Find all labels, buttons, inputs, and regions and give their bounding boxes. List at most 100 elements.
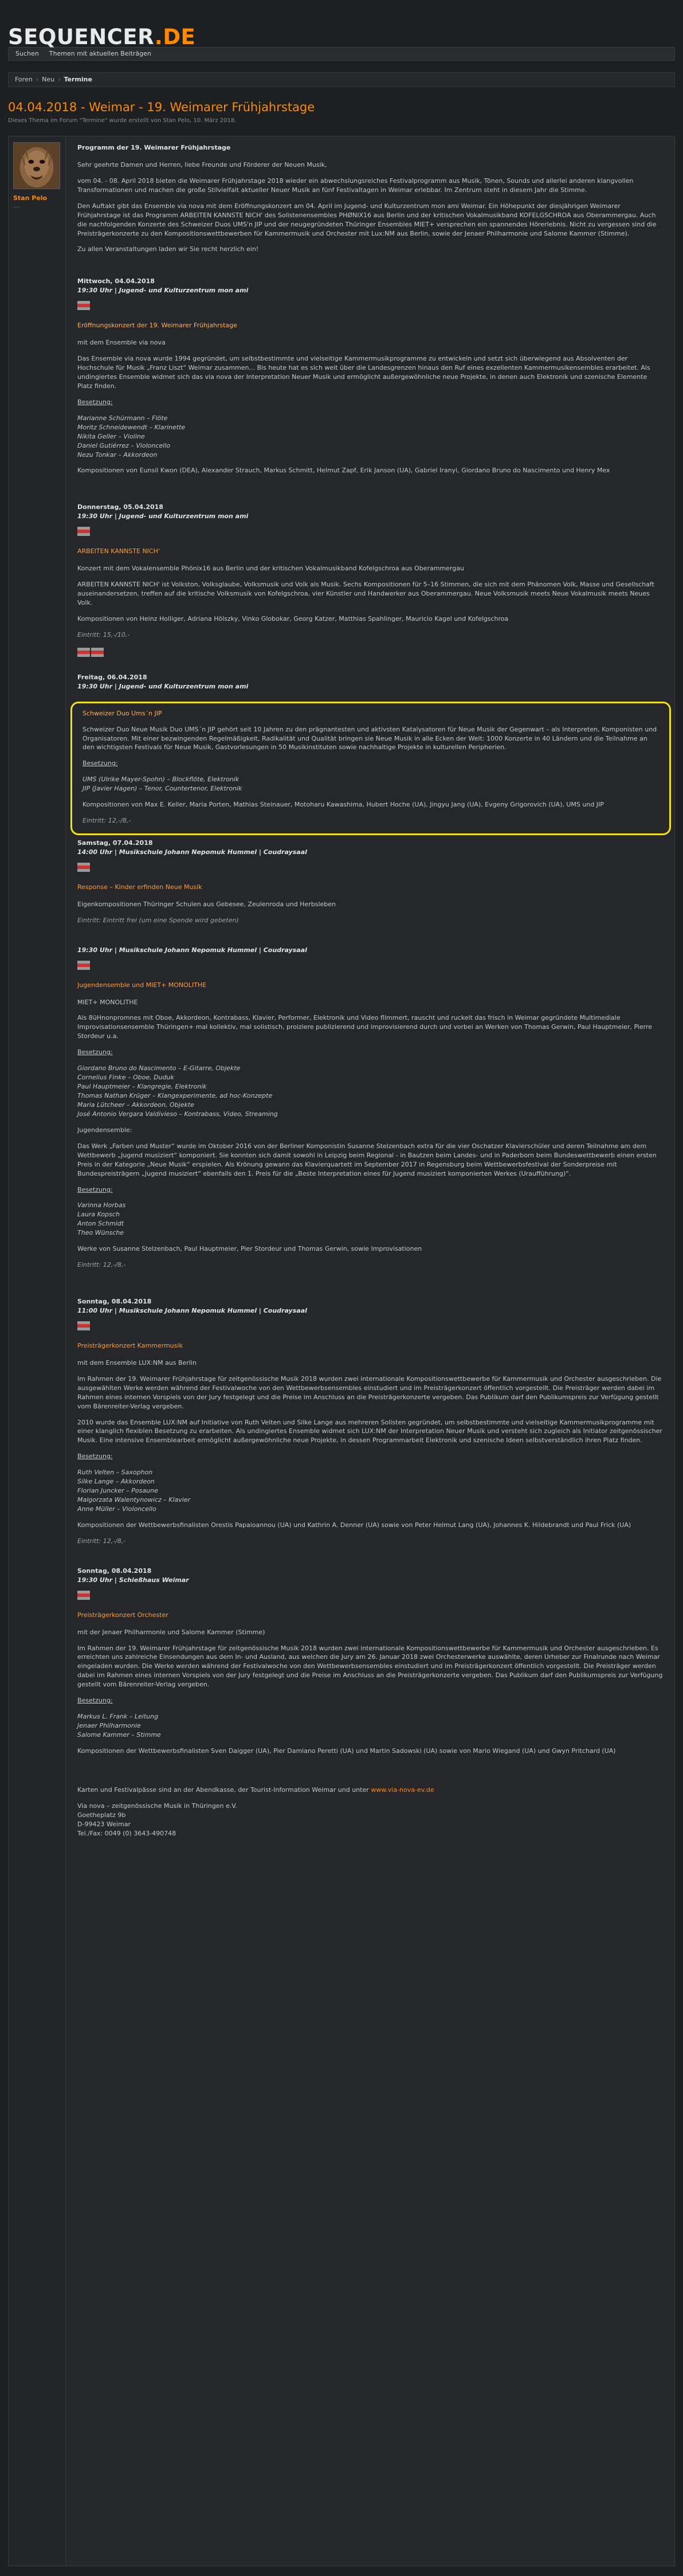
cast-item: Marianne Schürmann – Flöte xyxy=(77,414,168,422)
event-day-heading: Sonntag, 08.04.2018 xyxy=(77,1298,152,1306)
flag-icon xyxy=(77,960,90,970)
cast-item: Nezu Tonkar – Akkordeon xyxy=(77,451,158,459)
event-works: Kompositionen der Wettbewerbsfinalisten … xyxy=(77,1521,631,1529)
event-day-heading: Samstag, 07.04.2018 xyxy=(77,839,153,847)
event-description: ARBEITEN KANNSTE NICH' ist Volkston, Vol… xyxy=(77,581,654,606)
organizer-name: Via nova – zeitgenössische Musik in Thür… xyxy=(77,1802,237,1810)
event-description: Im Rahmen der 19. Weimarer Frühjahrstage… xyxy=(77,1644,663,1689)
event-time-venue: 19:30 Uhr | Schießhaus Weimar xyxy=(77,1576,189,1584)
post-author-name[interactable]: Stan Pelo xyxy=(13,194,61,203)
cast-label: Besetzung: xyxy=(77,1453,113,1461)
event-title: ARBEITEN KANNSTE NICH' xyxy=(77,547,160,555)
event-description: Schweizer Duo Neue Musik Duo UMS´n JIP g… xyxy=(83,725,657,751)
event-description: Eigenkompositionen Thüringer Schulen aus… xyxy=(77,900,336,908)
cast-item: UMS (Ulrike Mayer-Spohn) – Blockflöte, E… xyxy=(83,776,240,784)
cast-item: Florian Juncker – Posaune xyxy=(77,1487,158,1495)
flag-icon xyxy=(77,862,90,872)
post-author-panel: Stan Pelo .... xyxy=(9,136,66,2566)
cast-item: Silke Lange – Akkordeon xyxy=(77,1478,155,1486)
cast-label: Besetzung: xyxy=(77,398,113,406)
tickets-link[interactable]: www.via-nova-ev.de xyxy=(371,1786,434,1794)
event-with: mit dem Ensemble LUX:NM aus Berlin xyxy=(77,1359,197,1367)
event-flag-icon xyxy=(77,955,664,981)
event-description: 2010 wurde das Ensemble LUX:NM auf Initi… xyxy=(77,1418,662,1444)
event-with: mit dem Ensemble via nova xyxy=(77,339,166,347)
cast-item: Theo Wünsche xyxy=(77,1229,124,1237)
cast-item: José Antonio Vergara Valdivieso – Kontra… xyxy=(77,1110,278,1118)
event-works: Werke von Susanne Stelzenbach, Paul Haup… xyxy=(77,1245,422,1253)
cast-item: Anton Schmidt xyxy=(77,1220,124,1228)
organizer-city: D-99423 Weimar xyxy=(77,1820,131,1828)
avatar[interactable] xyxy=(13,142,60,189)
site-logo[interactable]: SEQUENCER.DE xyxy=(8,22,195,53)
event-title: Schweizer Duo Ums´n JIP xyxy=(83,709,162,717)
event-flag-icon xyxy=(77,295,664,321)
cast-list: Markus L. Frank – Leitung Jenaer Philhar… xyxy=(77,1712,664,1740)
cast-item: Maria Lütcheer – Akkordeon, Objekte xyxy=(77,1101,194,1109)
cast-list: Ruth Velten – Saxophon Silke Lange – Akk… xyxy=(77,1468,664,1514)
event-flag-icon xyxy=(77,521,664,547)
cast-item: JIP (Javier Hagen) – Tenor, Countertenor… xyxy=(83,785,242,793)
page-title: 04.04.2018 - Weimar - 19. Weimarer Frühj… xyxy=(8,100,315,114)
cast-item: Malgorzata Walentynowicz – Klavier xyxy=(77,1496,191,1504)
event-works: Kompositionen von Eunsil Kwon (DEA), Ale… xyxy=(77,467,610,475)
cast-label: Besetzung: xyxy=(83,760,118,768)
organizer-address: Via nova – zeitgenössische Musik in Thür… xyxy=(77,1802,664,1838)
event-day-heading: Mittwoch, 04.04.2018 xyxy=(77,277,155,285)
breadcrumb-item-forums[interactable]: Foren xyxy=(13,75,34,84)
breadcrumb: Foren › Neu › Termine xyxy=(8,72,675,87)
junior-ensemble-description: Das Werk „Farben und Muster“ wurde im Ok… xyxy=(77,1142,657,1177)
event-title: Response – Kinder erfinden Neue Musik xyxy=(77,883,202,891)
event-description: Das Ensemble via nova wurde 1994 gegründ… xyxy=(77,355,650,390)
cast-item: Anne Müller – Violoncello xyxy=(77,1505,156,1513)
breadcrumb-item-termine[interactable]: Termine xyxy=(62,75,93,84)
organizer-phone: Tel./Fax: 0049 (0) 3643-490748 xyxy=(77,1829,176,1837)
cast-item: Cornelius Finke – Oboe, Duduk xyxy=(77,1074,174,1082)
post-author-title: .... xyxy=(13,203,20,209)
cast-item: Thomas Nathan Krüger – Klangexperimente,… xyxy=(77,1092,273,1099)
organizer-street: Goetheplatz 9b xyxy=(77,1811,126,1819)
event-flags xyxy=(77,647,664,657)
event-time-venue: 11:00 Uhr | Musikschule Johann Nepomuk H… xyxy=(77,1307,307,1314)
flag-icon xyxy=(91,647,104,657)
event-title: Jugendensemble und MIET+ MONOLITHE xyxy=(77,981,207,989)
ticket-price: Eintritt: 15,-/10,- xyxy=(77,631,130,639)
event-flag-icon xyxy=(77,857,664,883)
cast-item: Ruth Velten – Saxophon xyxy=(77,1469,153,1477)
greeting-text: Sehr geehrte Damen und Herren, liebe Fre… xyxy=(77,160,327,169)
flag-icon xyxy=(77,1590,90,1600)
flag-icon xyxy=(77,1321,90,1330)
flag-icon xyxy=(77,527,90,537)
intro-paragraph-2: Den Auftakt gibt das Ensemble via nova m… xyxy=(77,202,657,237)
event-with: mit der Jenaer Philharmonie und Salome K… xyxy=(77,1628,265,1636)
event-day-heading: Donnerstag, 05.04.2018 xyxy=(77,503,163,511)
event-flag-icon xyxy=(77,1585,664,1611)
event-title: Eröffnungskonzert der 19. Weimarer Frühj… xyxy=(77,322,237,330)
cast-item: Laura Kopsch xyxy=(77,1211,120,1219)
event-works: Kompositionen von Heinz Holliger, Adrian… xyxy=(77,614,509,623)
cast-item: Salome Kammer – Stimme xyxy=(77,1731,161,1739)
event-works: Kompositionen von Max E. Keller, Maria P… xyxy=(83,801,604,809)
intro-paragraph-3: Zu allen Veranstaltungen laden wir Sie r… xyxy=(77,245,259,253)
event-subtitle: MIET+ MONOLITHE xyxy=(77,998,138,1006)
breadcrumb-separator-icon: › xyxy=(58,76,61,84)
event-time-venue: 19:30 Uhr | Jugend- und Kulturzentrum mo… xyxy=(77,512,249,520)
event-time-venue: 19:30 Uhr | Jugend- und Kulturzentrum mo… xyxy=(77,682,249,690)
flag-icon xyxy=(77,647,90,657)
event-time-venue: 14:00 Uhr | Musikschule Johann Nepomuk H… xyxy=(77,848,307,856)
cast-label: Besetzung: xyxy=(77,1048,113,1056)
ticket-price: Eintritt: 12,-/8,- xyxy=(77,1537,126,1545)
post-body: Programm der 19. Weimarer Frühjahrstage … xyxy=(66,136,674,2566)
breadcrumb-item-new[interactable]: Neu xyxy=(40,75,56,84)
thread-meta: Dieses Thema im Forum "Termine" wurde er… xyxy=(8,118,237,124)
event-description: Konzert mit dem Vokalensemble Phönix16 a… xyxy=(77,565,464,573)
cast-list: Marianne Schürmann – Flöte Moritz Schnei… xyxy=(77,414,664,460)
cast-list: Giordano Bruno do Nascimento – E-Gitarre… xyxy=(77,1064,664,1119)
cast-item: Giordano Bruno do Nascimento – E-Gitarre… xyxy=(77,1064,241,1072)
ticket-price: Eintritt: Eintritt frei (um eine Spende … xyxy=(77,916,239,924)
event-works: Kompositionen der Wettbewerbsfinalisten … xyxy=(77,1747,616,1755)
intro-paragraph-1: vom 04. - 08. April 2018 bieten die Weim… xyxy=(77,177,634,194)
cast-item: Jenaer Philharmonie xyxy=(77,1722,141,1730)
program-heading: Programm der 19. Weimarer Frühjahrstage xyxy=(77,143,231,151)
ticket-price: Eintritt: 12,-/8,- xyxy=(77,1261,126,1269)
